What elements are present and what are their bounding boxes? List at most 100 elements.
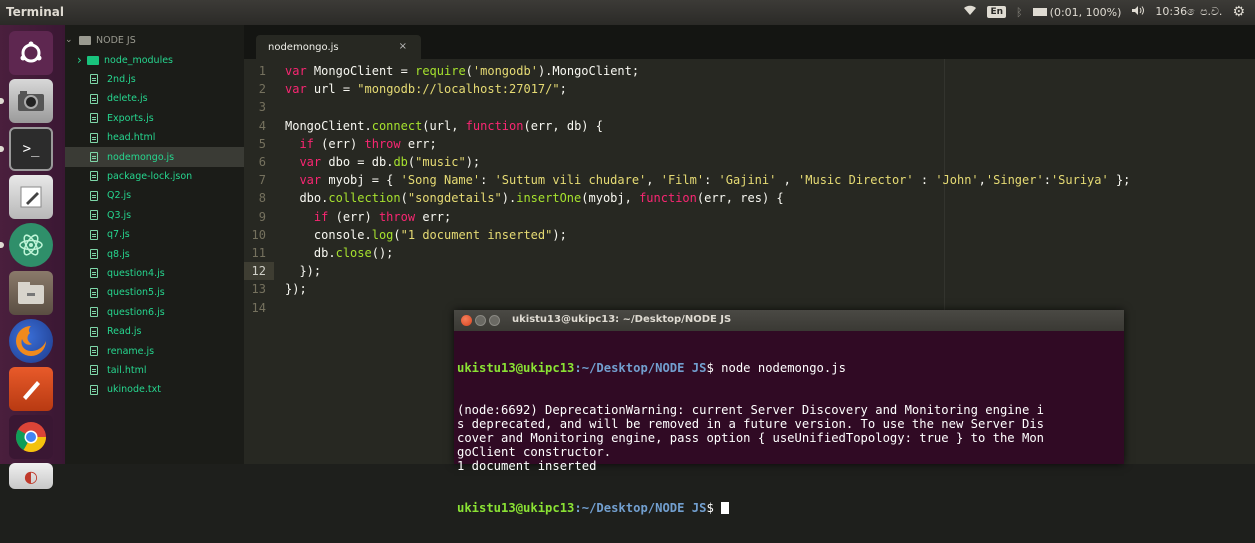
- sidebar-file-item[interactable]: Exports.js: [65, 108, 244, 128]
- sidebar-item-label: q7.js: [107, 229, 130, 241]
- sidebar-root-folder[interactable]: ⌄ NODE JS: [65, 30, 244, 50]
- line-number: 6: [258, 155, 266, 169]
- terminal-command: node nodemongo.js: [713, 361, 846, 375]
- code-line[interactable]: MongoClient.connect(url, function(err, d…: [285, 117, 603, 135]
- line-number: 12: [251, 264, 266, 279]
- sidebar-file-item[interactable]: question6.js: [65, 302, 244, 322]
- sidebar-folder-item[interactable]: › node_modules: [65, 50, 244, 70]
- camera-icon[interactable]: [9, 79, 53, 123]
- file-icon: [90, 229, 98, 240]
- clock[interactable]: 10:36 ෙප.ව.: [1155, 5, 1222, 19]
- firefox-icon[interactable]: [9, 319, 53, 363]
- sidebar-file-item[interactable]: Q3.js: [65, 205, 244, 225]
- prompt-symbol: $: [706, 501, 714, 515]
- ubuntu-dash-icon[interactable]: [9, 31, 53, 75]
- close-icon[interactable]: ×: [399, 41, 407, 52]
- tab-label: nodemongo.js: [268, 42, 339, 53]
- sidebar-item-label: Q3.js: [107, 209, 132, 221]
- sidebar-file-item[interactable]: Read.js: [65, 322, 244, 342]
- code-line[interactable]: });: [285, 280, 307, 298]
- sidebar-file-item[interactable]: delete.js: [65, 89, 244, 109]
- tab-nodemongo[interactable]: nodemongo.js ×: [256, 35, 421, 59]
- files-icon[interactable]: [9, 271, 53, 315]
- launcher: >_ ◐: [0, 25, 65, 489]
- code-line[interactable]: db.close();: [285, 244, 394, 262]
- sidebar-item-label: nodemongo.js: [107, 151, 175, 163]
- file-icon: [90, 93, 98, 104]
- code-line[interactable]: var dbo = db.db("music");: [285, 153, 480, 171]
- terminal-window[interactable]: ukistu13@ukipc13: ~/Desktop/NODE JS ukis…: [454, 310, 1124, 515]
- sidebar-item-label: tail.html: [107, 364, 147, 376]
- chrome-icon[interactable]: [9, 415, 53, 459]
- line-number: 1: [258, 64, 266, 78]
- file-icon: [90, 74, 98, 85]
- sidebar-file-item[interactable]: 2nd.js: [65, 69, 244, 89]
- sidebar-item-label: question6.js: [107, 306, 165, 318]
- prompt-user: ukistu13@ukipc13: [457, 361, 575, 375]
- indicator-area: En ᛒ (0:01, 100%) 10:36 ෙප.ව. ⚙: [963, 4, 1245, 20]
- text-editor-pen-icon[interactable]: [9, 367, 53, 411]
- sidebar-file-item[interactable]: nodemongo.js: [65, 147, 244, 167]
- sidebar-file-item[interactable]: head.html: [65, 128, 244, 148]
- file-icon: [90, 152, 98, 162]
- bluetooth-icon[interactable]: ᛒ: [1016, 6, 1023, 19]
- sidebar-item-label: question5.js: [107, 287, 165, 299]
- file-icon: [90, 268, 98, 279]
- sidebar-file-item[interactable]: Q2.js: [65, 186, 244, 206]
- sidebar-item-label: Exports.js: [107, 112, 154, 124]
- sidebar-file-item[interactable]: package-lock.json: [65, 166, 244, 186]
- terminal-output[interactable]: ukistu13@ukipc13:~/Desktop/NODE JS $ node…: [457, 333, 1121, 543]
- code-line[interactable]: dbo.collection("songdetails").insertOne(…: [285, 189, 783, 207]
- code-line[interactable]: if (err) throw err;: [285, 208, 451, 226]
- top-panel: Terminal En ᛒ (0:01, 100%) 10:36 ෙප.ව. ⚙: [0, 0, 1255, 25]
- atom-icon[interactable]: [9, 223, 53, 267]
- sidebar-file-item[interactable]: question5.js: [65, 283, 244, 303]
- sidebar-file-item[interactable]: tail.html: [65, 360, 244, 380]
- line-number: 14: [251, 300, 266, 315]
- minimize-window-button[interactable]: [475, 315, 486, 326]
- code-line[interactable]: if (err) throw err;: [285, 135, 436, 153]
- line-number: 10: [251, 227, 266, 242]
- battery-icon: [1032, 8, 1047, 16]
- code-line[interactable]: var MongoClient = require('mongodb').Mon…: [285, 62, 639, 80]
- file-icon: [90, 287, 98, 298]
- line-number-gutter: 1 2 3 4 5 6 7 8 9 10 11 12 13 14: [244, 59, 282, 464]
- running-indicator: [0, 146, 4, 152]
- chevron-down-icon: ⌄: [65, 35, 73, 45]
- prompt-path: :~/Desktop/NODE JS: [574, 361, 707, 375]
- code-line[interactable]: console.log("1 document inserted");: [285, 226, 567, 244]
- app-icon[interactable]: ◐: [9, 463, 53, 489]
- tab-bar: nodemongo.js ×: [244, 25, 1255, 59]
- line-number: 8: [258, 191, 266, 206]
- keyboard-layout-indicator[interactable]: En: [987, 6, 1007, 18]
- code-line[interactable]: var myobj = { 'Song Name': 'Suttum vili …: [285, 171, 1130, 189]
- battery-text: (0:01, 100%): [1049, 5, 1122, 19]
- battery-indicator[interactable]: (0:01, 100%): [1032, 5, 1122, 19]
- sidebar-file-item[interactable]: rename.js: [65, 341, 244, 361]
- code-line[interactable]: var url = "mongodb://localhost:27017/";: [285, 80, 567, 98]
- sidebar-file-item[interactable]: ukinode.txt: [65, 380, 244, 400]
- volume-icon[interactable]: [1131, 5, 1145, 19]
- terminal-title: ukistu13@ukipc13: ~/Desktop/NODE JS: [512, 314, 732, 325]
- sidebar-file-item[interactable]: q7.js: [65, 225, 244, 245]
- file-icon: [90, 132, 98, 143]
- sidebar-item-label: 2nd.js: [107, 73, 136, 85]
- sidebar-file-item[interactable]: q8.js: [65, 244, 244, 264]
- terminal-icon[interactable]: >_: [9, 127, 53, 171]
- root-folder-label: NODE JS: [96, 34, 136, 46]
- gear-icon[interactable]: ⚙: [1232, 4, 1245, 20]
- folder-icon: [87, 55, 99, 65]
- sidebar-file-item[interactable]: question4.js: [65, 263, 244, 283]
- file-icon: [90, 365, 98, 376]
- file-icon: [90, 113, 98, 124]
- text-editor-icon[interactable]: [9, 175, 53, 219]
- app-title: Terminal: [6, 5, 65, 19]
- line-number: 5: [258, 136, 266, 151]
- code-line[interactable]: });: [285, 262, 321, 280]
- maximize-window-button[interactable]: [489, 315, 500, 326]
- close-window-button[interactable]: [461, 315, 472, 326]
- wifi-icon[interactable]: [963, 5, 977, 19]
- file-icon: [90, 210, 98, 221]
- terminal-title-bar[interactable]: ukistu13@ukipc13: ~/Desktop/NODE JS: [454, 310, 1124, 331]
- running-indicator: [0, 242, 4, 248]
